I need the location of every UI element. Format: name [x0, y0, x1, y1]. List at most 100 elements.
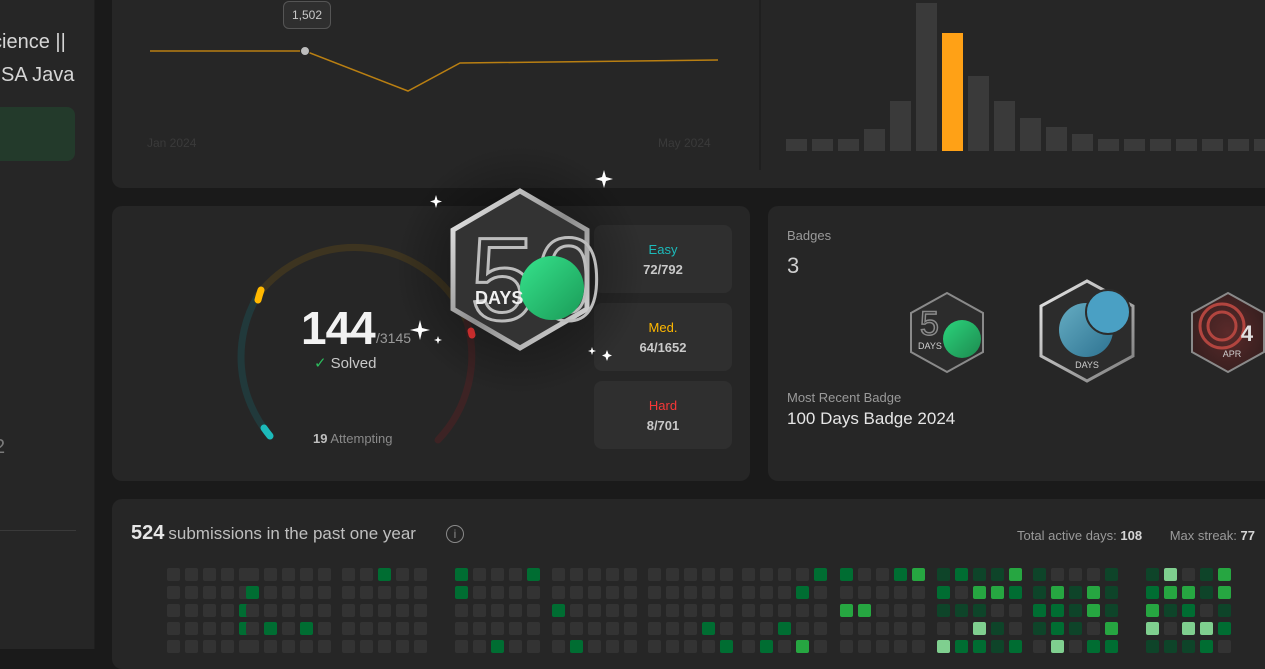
- heatmap-cell[interactable]: [570, 604, 583, 617]
- heatmap-cell[interactable]: [796, 640, 809, 653]
- heatmap-cell[interactable]: [742, 622, 755, 635]
- heatmap-cell[interactable]: [796, 604, 809, 617]
- heatmap-cell[interactable]: [648, 568, 661, 581]
- heatmap-cell[interactable]: [1051, 640, 1064, 653]
- heatmap-cell[interactable]: [570, 586, 583, 599]
- heatmap-cell[interactable]: [1009, 640, 1022, 653]
- heatmap-cell[interactable]: [491, 568, 504, 581]
- heatmap-cell[interactable]: [684, 568, 697, 581]
- heatmap-cell[interactable]: [264, 568, 277, 581]
- heatmap-cell[interactable]: [221, 604, 234, 617]
- heatmap-cell[interactable]: [360, 604, 373, 617]
- heatmap-cell[interactable]: [588, 640, 601, 653]
- heatmap-cell[interactable]: [414, 586, 427, 599]
- heatmap-cell[interactable]: [282, 586, 295, 599]
- heatmap-cell[interactable]: [185, 622, 198, 635]
- heatmap-cell[interactable]: [606, 568, 619, 581]
- heatmap-cell[interactable]: [473, 604, 486, 617]
- heatmap-cell[interactable]: [1033, 604, 1046, 617]
- heatmap-cell[interactable]: [473, 568, 486, 581]
- heatmap-cell[interactable]: [894, 640, 907, 653]
- heatmap-cell[interactable]: [702, 640, 715, 653]
- heatmap-cell[interactable]: [991, 640, 1004, 653]
- heatmap-cell[interactable]: [378, 640, 391, 653]
- heatmap-cell[interactable]: [509, 586, 522, 599]
- heatmap-cell[interactable]: [858, 568, 871, 581]
- heatmap-cell[interactable]: [912, 568, 925, 581]
- heatmap-cell[interactable]: [264, 604, 277, 617]
- heatmap-cell[interactable]: [858, 622, 871, 635]
- heatmap-cell[interactable]: [894, 586, 907, 599]
- heatmap-cell[interactable]: [666, 640, 679, 653]
- heatmap-cell[interactable]: [624, 568, 637, 581]
- heatmap-cell[interactable]: [455, 586, 468, 599]
- heatmap-cell[interactable]: [858, 586, 871, 599]
- heatmap-cell[interactable]: [937, 586, 950, 599]
- heatmap-cell[interactable]: [167, 568, 180, 581]
- heatmap-cell[interactable]: [1182, 640, 1195, 653]
- heatmap-cell[interactable]: [246, 586, 259, 599]
- heatmap-cell[interactable]: [342, 622, 355, 635]
- 50-days-badge-icon[interactable]: 5 DAYS: [910, 291, 984, 374]
- heatmap-cell[interactable]: [778, 604, 791, 617]
- heatmap-cell[interactable]: [894, 604, 907, 617]
- heatmap-cell[interactable]: [720, 622, 733, 635]
- heatmap-cell[interactable]: [509, 604, 522, 617]
- heatmap-cell[interactable]: [588, 568, 601, 581]
- heatmap-cell[interactable]: [1218, 604, 1231, 617]
- heatmap-cell[interactable]: [702, 604, 715, 617]
- heatmap-cell[interactable]: [742, 568, 755, 581]
- heatmap-cell[interactable]: [624, 622, 637, 635]
- heatmap-cell[interactable]: [858, 604, 871, 617]
- heatmap-cell[interactable]: [318, 568, 331, 581]
- heatmap-cell[interactable]: [1105, 604, 1118, 617]
- heatmap-cell[interactable]: [1146, 622, 1159, 635]
- heatmap-cell[interactable]: [991, 586, 1004, 599]
- heatmap-cell[interactable]: [840, 568, 853, 581]
- heatmap-cell[interactable]: [221, 586, 234, 599]
- heatmap-cell[interactable]: [666, 622, 679, 635]
- 50-days-badge-icon[interactable]: 50 DAYS: [450, 188, 603, 351]
- heatmap-cell[interactable]: [973, 604, 986, 617]
- heatmap-cell[interactable]: [684, 640, 697, 653]
- heatmap-cell[interactable]: [1200, 568, 1213, 581]
- heatmap-cell[interactable]: [876, 622, 889, 635]
- heatmap-cell[interactable]: [720, 568, 733, 581]
- heatmap-cell[interactable]: [509, 622, 522, 635]
- heatmap-cell[interactable]: [1069, 622, 1082, 635]
- heatmap-cell[interactable]: [473, 622, 486, 635]
- heatmap-cell[interactable]: [742, 640, 755, 653]
- heatmap-cell[interactable]: [1087, 640, 1100, 653]
- heatmap-cell[interactable]: [300, 568, 313, 581]
- heatmap-cell[interactable]: [342, 604, 355, 617]
- heatmap-cell[interactable]: [396, 604, 409, 617]
- heatmap-cell[interactable]: [203, 568, 216, 581]
- heatmap-cell[interactable]: [552, 586, 565, 599]
- heatmap-cell[interactable]: [491, 622, 504, 635]
- heatmap-cell[interactable]: [937, 604, 950, 617]
- heatmap-cell[interactable]: [1146, 640, 1159, 653]
- heatmap-cell[interactable]: [264, 640, 277, 653]
- heatmap-cell[interactable]: [624, 604, 637, 617]
- heatmap-cell[interactable]: [342, 568, 355, 581]
- heatmap-cell[interactable]: [282, 568, 295, 581]
- heatmap-cell[interactable]: [720, 586, 733, 599]
- heatmap-cell[interactable]: [648, 640, 661, 653]
- heatmap-cell[interactable]: [1182, 568, 1195, 581]
- heatmap-cell[interactable]: [1164, 568, 1177, 581]
- heatmap-cell[interactable]: [318, 640, 331, 653]
- heatmap-cell[interactable]: [876, 568, 889, 581]
- heatmap-cell[interactable]: [342, 586, 355, 599]
- heatmap-cell[interactable]: [814, 604, 827, 617]
- heatmap-cell[interactable]: [414, 604, 427, 617]
- heatmap-cell[interactable]: [955, 604, 968, 617]
- heatmap-cell[interactable]: [937, 640, 950, 653]
- heatmap-cell[interactable]: [912, 640, 925, 653]
- heatmap-cell[interactable]: [1033, 640, 1046, 653]
- heatmap-cell[interactable]: [185, 586, 198, 599]
- heatmap-cell[interactable]: [1069, 604, 1082, 617]
- heatmap-cell[interactable]: [912, 622, 925, 635]
- heatmap-cell[interactable]: [1182, 586, 1195, 599]
- heatmap-cell[interactable]: [840, 604, 853, 617]
- heatmap-cell[interactable]: [185, 568, 198, 581]
